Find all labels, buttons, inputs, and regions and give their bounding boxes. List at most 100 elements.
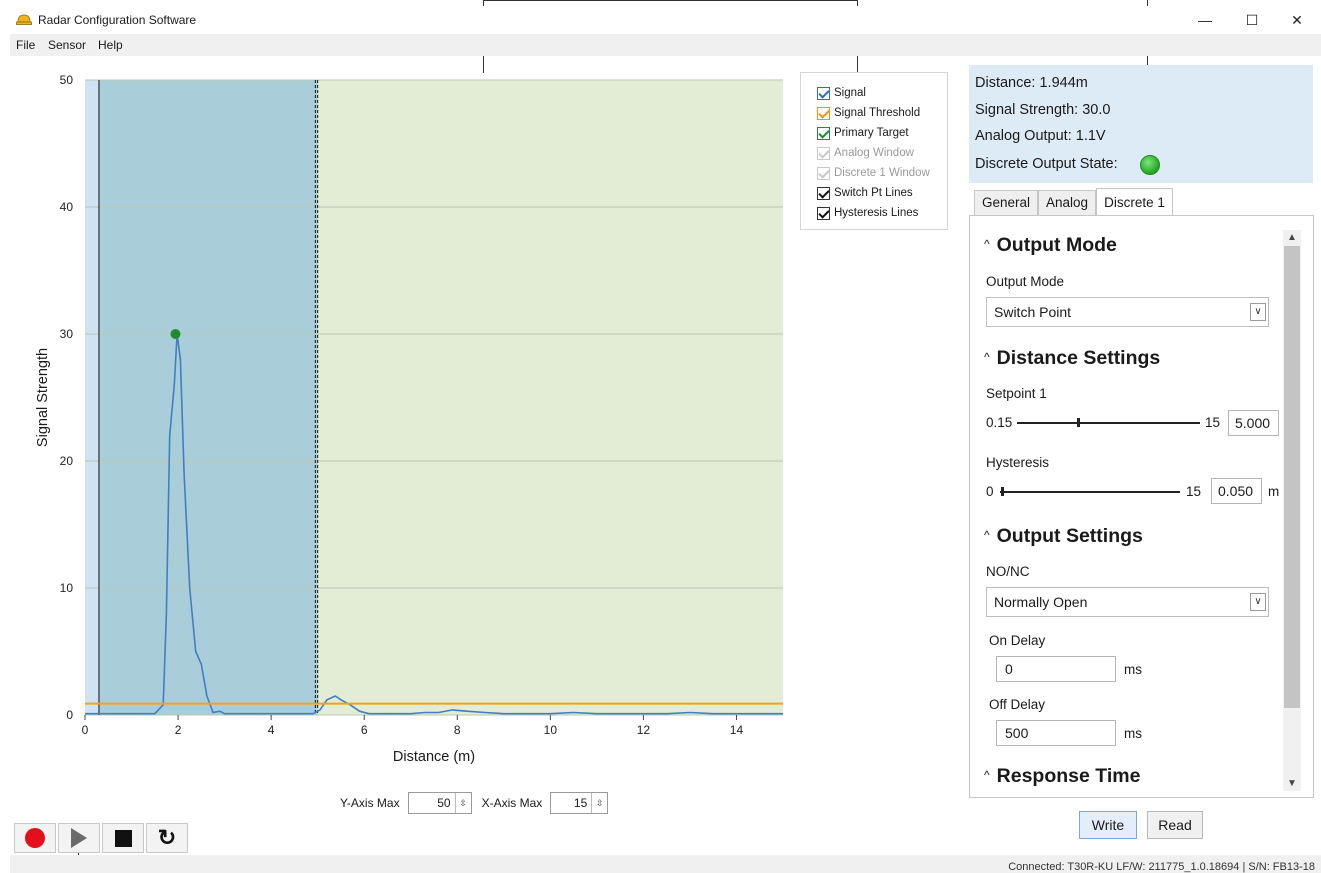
legend-item[interactable]: Signal Threshold — [817, 103, 947, 123]
spinner-arrows-icon[interactable]: ⇳ — [454, 793, 471, 813]
x-axis-max-label: X-Axis Max — [481, 796, 543, 810]
hysteresis-max: 15 — [1186, 484, 1202, 499]
tab-analog[interactable]: Analog — [1038, 190, 1097, 216]
legend-checkbox[interactable] — [817, 186, 830, 200]
section-output-mode[interactable]: ^ Output Mode — [984, 234, 1117, 257]
setpoint-slider-track[interactable] — [1017, 422, 1200, 424]
settings-tabs: General Analog Discrete 1 — [974, 188, 1173, 216]
section-header: Distance Settings — [996, 347, 1161, 369]
hysteresis-slider-track[interactable] — [1000, 491, 1180, 493]
scroll-down-icon[interactable]: ▼ — [1283, 778, 1301, 789]
maximize-button[interactable]: ☐ — [1232, 8, 1272, 32]
record-button[interactable] — [14, 823, 56, 853]
stop-button[interactable] — [102, 823, 144, 853]
collapse-caret-icon[interactable]: ^ — [984, 768, 990, 782]
x-tick-label: 0 — [82, 723, 89, 737]
legend-item[interactable]: Analog Window — [817, 143, 947, 163]
discrete-settings-panel: ▲ ▼ ^ Output Mode Output Mode Switch Poin… — [969, 215, 1314, 798]
scroll-thumb[interactable] — [1284, 246, 1300, 708]
chart-legend: Signal Signal Threshold Primary Target Anal… — [800, 72, 948, 230]
playback-toolbar: ↻ — [14, 823, 190, 853]
collapse-caret-icon[interactable]: ^ — [984, 237, 990, 251]
signal-chart[interactable]: 0 10 20 30 40 50 0 2 4 6 8 10 12 14 Distance (m) Signal… — [10, 60, 800, 785]
collapse-caret-icon[interactable]: ^ — [984, 350, 990, 364]
setpoint-input[interactable]: 5.000 — [1228, 410, 1279, 436]
y-axis-max-value[interactable]: 50 — [409, 796, 455, 810]
close-button[interactable]: ✕ — [1277, 8, 1317, 32]
hysteresis-unit: m — [1268, 484, 1280, 499]
y-tick-label: 10 — [60, 581, 74, 595]
legend-checkbox[interactable] — [817, 206, 830, 220]
play-button[interactable] — [58, 823, 100, 853]
tab-general[interactable]: General — [974, 190, 1039, 216]
x-axis-max-spinner[interactable]: 15 ⇳ — [550, 792, 609, 814]
section-output-settings[interactable]: ^ Output Settings — [984, 525, 1143, 548]
menu-sensor[interactable]: Sensor — [48, 38, 86, 52]
discrete-output-row: Discrete Output State: — [975, 154, 1313, 182]
legend-item[interactable]: Discrete 1 Window — [817, 163, 947, 183]
on-delay-unit: ms — [1124, 662, 1142, 677]
tab-discrete-1[interactable]: Discrete 1 — [1096, 188, 1173, 216]
scroll-up-icon[interactable]: ▲ — [1283, 232, 1301, 243]
read-button[interactable]: Read — [1147, 811, 1203, 839]
axis-controls: Y-Axis Max 50 ⇳ X-Axis Max 15 ⇳ — [340, 792, 618, 814]
y-tick-label: 0 — [66, 708, 73, 722]
legend-label: Signal — [834, 87, 866, 99]
collapse-caret-icon[interactable]: ^ — [984, 528, 990, 542]
setpoint-max: 15 — [1205, 415, 1221, 430]
y-tick-label: 50 — [60, 73, 74, 87]
legend-checkbox[interactable] — [817, 106, 830, 120]
legend-checkbox[interactable] — [817, 166, 830, 180]
callout-line — [483, 0, 857, 1]
y-tick-label: 40 — [60, 200, 74, 214]
legend-item[interactable]: Switch Pt Lines — [817, 183, 947, 203]
nonc-value: Normally Open — [994, 594, 1088, 610]
output-mode-select[interactable]: Switch Point ∨ — [986, 297, 1269, 327]
signal-strength-readout: Signal Strength: 30.0 — [975, 101, 1111, 118]
legend-checkbox[interactable] — [817, 86, 830, 100]
window-title: Radar Configuration Software — [38, 13, 197, 27]
legend-label: Signal Threshold — [834, 107, 921, 119]
x-tick-label: 8 — [454, 723, 461, 737]
off-delay-input[interactable]: 500 — [996, 720, 1116, 746]
legend-item[interactable]: Primary Target — [817, 123, 947, 143]
chevron-down-icon[interactable]: ∨ — [1250, 303, 1266, 321]
section-distance-settings[interactable]: ^ Distance Settings — [984, 347, 1160, 370]
section-header: Response Time — [996, 765, 1141, 787]
legend-label: Hysteresis Lines — [834, 207, 919, 219]
legend-item[interactable]: Signal — [817, 83, 947, 103]
section-response-time[interactable]: ^ Response Time — [984, 765, 1140, 788]
setpoint-slider-thumb[interactable] — [1077, 418, 1081, 427]
section-header: Output Mode — [996, 234, 1117, 256]
record-icon — [25, 828, 45, 848]
legend-label: Discrete 1 Window — [834, 167, 930, 179]
on-delay-input[interactable]: 0 — [996, 656, 1116, 682]
x-axis-max-value[interactable]: 15 — [551, 796, 591, 810]
hysteresis-input[interactable]: 0.050 — [1211, 478, 1262, 504]
nonc-label: NO/NC — [986, 564, 1030, 579]
chevron-down-icon[interactable]: ∨ — [1250, 593, 1266, 611]
spinner-arrows-icon[interactable]: ⇳ — [591, 793, 607, 813]
setpoint-min: 0.15 — [986, 415, 1013, 430]
x-axis-label: Distance (m) — [393, 749, 475, 765]
nonc-select[interactable]: Normally Open ∨ — [986, 587, 1269, 617]
legend-item[interactable]: Hysteresis Lines — [817, 203, 947, 223]
y-axis-label: Signal Strength — [35, 348, 51, 447]
chart-svg[interactable]: 0 10 20 30 40 50 0 2 4 6 8 10 12 14 Distance (m) Signal… — [10, 60, 800, 780]
x-tick-label: 4 — [268, 723, 275, 737]
legend-checkbox[interactable] — [817, 126, 830, 140]
output-mode-value: Switch Point — [994, 304, 1072, 320]
minimize-button[interactable]: — — [1185, 8, 1225, 32]
menu-help[interactable]: Help — [98, 38, 123, 52]
write-button[interactable]: Write — [1079, 811, 1137, 839]
menu-file[interactable]: File — [16, 38, 35, 52]
refresh-icon: ↻ — [157, 825, 177, 850]
y-axis-max-spinner[interactable]: 50 ⇳ — [407, 792, 472, 814]
hysteresis-slider-thumb[interactable] — [1000, 487, 1004, 496]
on-delay-label: On Delay — [989, 633, 1046, 648]
refresh-button[interactable]: ↻ — [146, 823, 188, 853]
sensor-readout: Distance: 1.944m Signal Strength: 30.0 A… — [969, 65, 1313, 183]
legend-checkbox[interactable] — [817, 146, 830, 160]
chart-region — [317, 80, 783, 715]
panel-scrollbar[interactable]: ▲ ▼ — [1283, 230, 1301, 791]
